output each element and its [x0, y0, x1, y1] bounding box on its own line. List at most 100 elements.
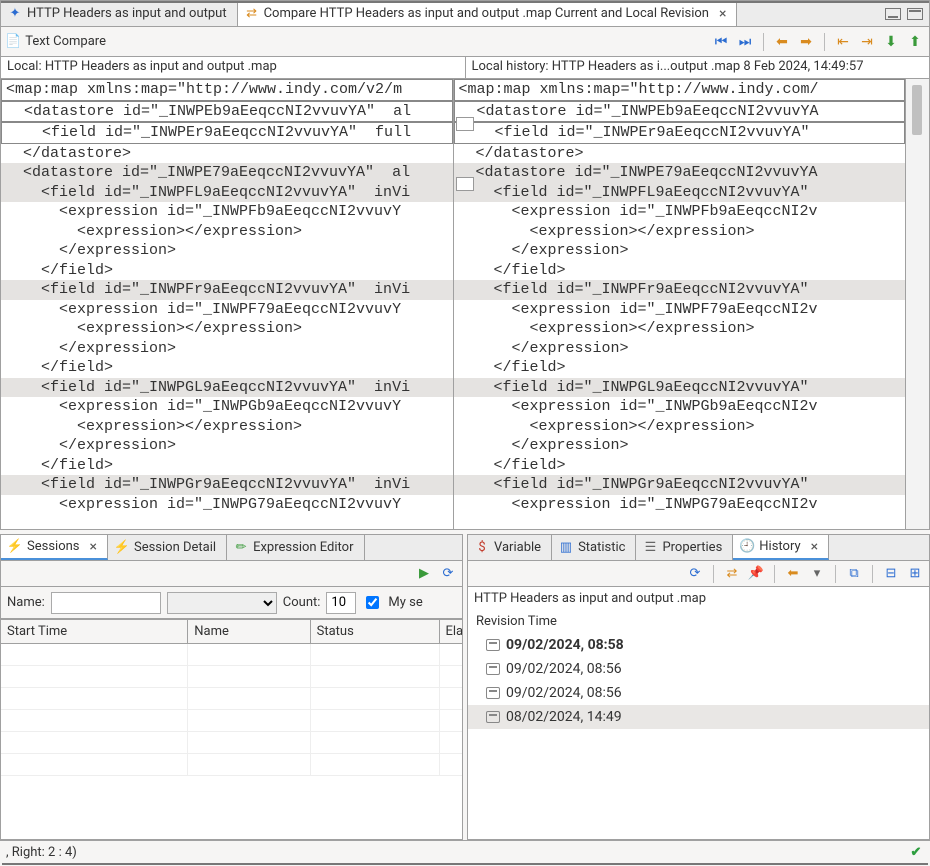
- dropdown-icon[interactable]: ▾: [807, 564, 827, 584]
- copy-right-icon[interactable]: ➡: [796, 32, 816, 52]
- table-header[interactable]: Status: [310, 620, 439, 644]
- code-line: <field id="_INWPFr9aEeqccNI2vvuvYA": [454, 280, 906, 300]
- cursor-position: , Right: 2 : 4): [6, 845, 77, 860]
- expand-icon[interactable]: ⊞: [905, 564, 925, 584]
- left-pane[interactable]: <map:map xmlns:map="http://www.indy.com/…: [1, 79, 454, 529]
- prev-revision-icon[interactable]: ⬅: [783, 564, 803, 584]
- code-line: <expression id="_INWPG79aEeqccNI2v: [454, 495, 906, 515]
- table-row[interactable]: [1, 732, 462, 754]
- bottom-area: ⚡ Sessions × ⚡ Session Detail ✏ Expressi…: [0, 534, 930, 840]
- code-line: </field>: [1, 358, 453, 378]
- tab-expression-editor[interactable]: ✏ Expression Editor: [227, 535, 364, 560]
- prev-change-icon[interactable]: ⬆: [905, 32, 925, 52]
- sessions-table[interactable]: Start TimeNameStatusElaps: [1, 619, 462, 839]
- table-row[interactable]: [1, 688, 462, 710]
- code-line: </expression>: [1, 241, 453, 261]
- code-line: <expression></expression>: [454, 417, 906, 437]
- link-editor-icon[interactable]: ⇄: [722, 564, 742, 584]
- last-diff-icon[interactable]: ⏭: [735, 32, 755, 52]
- code-line: <expression id="_INWPFb9aEeqccNI2v: [454, 202, 906, 222]
- table-header[interactable]: Start Time: [1, 620, 188, 644]
- my-sessions-checkbox[interactable]: [366, 596, 379, 609]
- code-line: </field>: [454, 456, 906, 476]
- filter-select[interactable]: [167, 592, 277, 614]
- tab-properties[interactable]: ☰ Properties: [636, 535, 733, 560]
- filter-count-label: Count:: [283, 595, 321, 610]
- tab-history[interactable]: 🕘 History ×: [733, 535, 829, 560]
- copy-all-left-icon[interactable]: ⇤: [833, 32, 853, 52]
- next-change-icon[interactable]: ⬇: [881, 32, 901, 52]
- close-icon[interactable]: ×: [90, 539, 97, 555]
- code-line: <expression id="_INWPFb9aEeqccNI2vvuvY: [1, 202, 453, 222]
- tab-statistic[interactable]: ▥ Statistic: [552, 535, 636, 560]
- editor-tabbar: ✦ HTTP Headers as input and output ⇄ Com…: [1, 1, 929, 27]
- code-line: <datastore id="_INWPEb9aEeqccNI2vvuvYA" …: [1, 101, 453, 123]
- table-row[interactable]: [1, 666, 462, 688]
- pin-icon[interactable]: 📌: [746, 564, 766, 584]
- code-line: </expression>: [454, 241, 906, 261]
- filter-count-input[interactable]: [326, 592, 356, 614]
- tab-history-label: History: [759, 539, 800, 554]
- overview-gutter[interactable]: [905, 79, 929, 529]
- right-pane[interactable]: <map:map xmlns:map="http://www.indy.com/…: [454, 79, 906, 529]
- table-row[interactable]: [1, 644, 462, 666]
- code-line: <expression></expression>: [454, 319, 906, 339]
- minimize-button[interactable]: [885, 8, 901, 20]
- code-line: <expression></expression>: [1, 319, 453, 339]
- tab-session-detail[interactable]: ⚡ Session Detail: [108, 535, 227, 560]
- code-line: </expression>: [1, 436, 453, 456]
- code-line: <datastore id="_INWPE79aEeqccNI2vvuvYA: [454, 163, 906, 183]
- tab-expression-editor-label: Expression Editor: [253, 540, 353, 555]
- copy-all-right-icon[interactable]: ⇥: [857, 32, 877, 52]
- tab-variable-label: Variable: [494, 540, 541, 555]
- close-icon[interactable]: ×: [719, 6, 726, 22]
- code-line: </field>: [1, 261, 453, 281]
- code-line: <expression></expression>: [1, 222, 453, 242]
- close-icon[interactable]: ×: [811, 539, 818, 555]
- revision-item[interactable]: 09/02/2024, 08:56: [468, 657, 929, 681]
- code-line: <datastore id="_INWPEb9aEeqccNI2vvuvYA: [454, 101, 906, 123]
- tab-statistic-label: Statistic: [578, 540, 625, 555]
- status-ok-icon: ✔: [908, 845, 924, 861]
- table-header[interactable]: Elaps: [439, 620, 462, 644]
- compare-revision-icon[interactable]: ⧉: [844, 564, 864, 584]
- filter-name-input[interactable]: [51, 592, 161, 614]
- tab-compare[interactable]: ⇄ Compare HTTP Headers as input and outp…: [238, 1, 738, 26]
- code-line: <field id="_INWPGL9aEeqccNI2vvuvYA": [454, 378, 906, 398]
- revision-time: 09/02/2024, 08:58: [506, 637, 624, 653]
- refresh-icon[interactable]: ⟳: [685, 564, 705, 584]
- tab-sessions[interactable]: ⚡ Sessions ×: [1, 535, 108, 560]
- filter-name-label: Name:: [7, 595, 45, 610]
- refresh-icon[interactable]: ⟳: [438, 564, 458, 584]
- code-line: </field>: [454, 358, 906, 378]
- revision-item[interactable]: 09/02/2024, 08:58: [468, 633, 929, 657]
- statistic-icon: ▥: [558, 540, 574, 556]
- table-row[interactable]: [1, 710, 462, 732]
- first-diff-icon[interactable]: ⏮: [711, 32, 731, 52]
- code-line: </datastore>: [1, 144, 453, 164]
- sessions-body: Name: Count: My se Start TimeNameStatusE…: [1, 587, 462, 839]
- revision-item[interactable]: 09/02/2024, 08:56: [468, 681, 929, 705]
- table-row[interactable]: [1, 754, 462, 776]
- sessions-panel: ⚡ Sessions × ⚡ Session Detail ✏ Expressi…: [0, 534, 463, 840]
- table-header[interactable]: Name: [188, 620, 310, 644]
- tab-variable[interactable]: $ Variable: [468, 535, 552, 560]
- copy-left-icon[interactable]: ⬅: [772, 32, 792, 52]
- tab-sessions-label: Sessions: [27, 539, 80, 554]
- run-icon[interactable]: ▶: [414, 564, 434, 584]
- history-tabbar: $ Variable ▥ Statistic ☰ Properties 🕘 Hi…: [468, 535, 929, 561]
- code-line: <field id="_INWPFL9aEeqccNI2vvuvYA" inVi: [1, 183, 453, 203]
- tab-editor[interactable]: ✦ HTTP Headers as input and output: [1, 1, 238, 26]
- my-sessions-label: My se: [388, 595, 422, 610]
- maximize-button[interactable]: [907, 8, 923, 20]
- collapse-icon[interactable]: ⊟: [881, 564, 901, 584]
- properties-icon: ☰: [642, 540, 658, 556]
- code-line: <map:map xmlns:map="http://www.indy.com/: [454, 79, 906, 101]
- code-line: <expression id="_INWPG79aEeqccNI2vvuvY: [1, 495, 453, 515]
- tab-editor-label: HTTP Headers as input and output: [27, 6, 227, 21]
- revision-item[interactable]: 08/02/2024, 14:49: [468, 705, 929, 729]
- revision-time: 09/02/2024, 08:56: [506, 685, 622, 701]
- session-detail-icon: ⚡: [114, 540, 130, 556]
- code-line: <field id="_INWPFL9aEeqccNI2vvuvYA": [454, 183, 906, 203]
- revision-icon: [486, 639, 500, 651]
